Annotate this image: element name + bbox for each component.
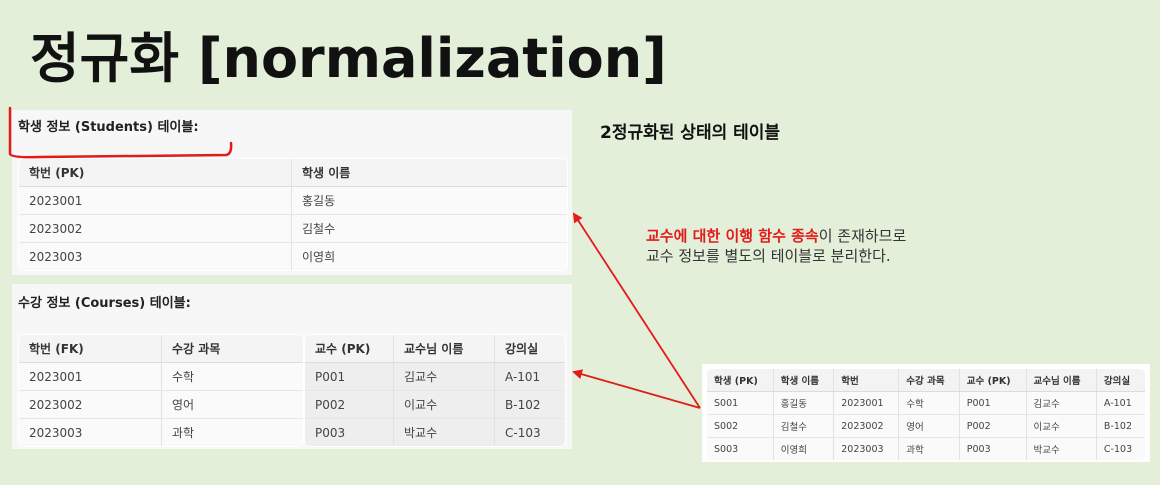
arrow-to-students: [572, 212, 701, 409]
highlight-bracket: [8, 106, 233, 159]
annotation-overlay: [8, 106, 701, 409]
